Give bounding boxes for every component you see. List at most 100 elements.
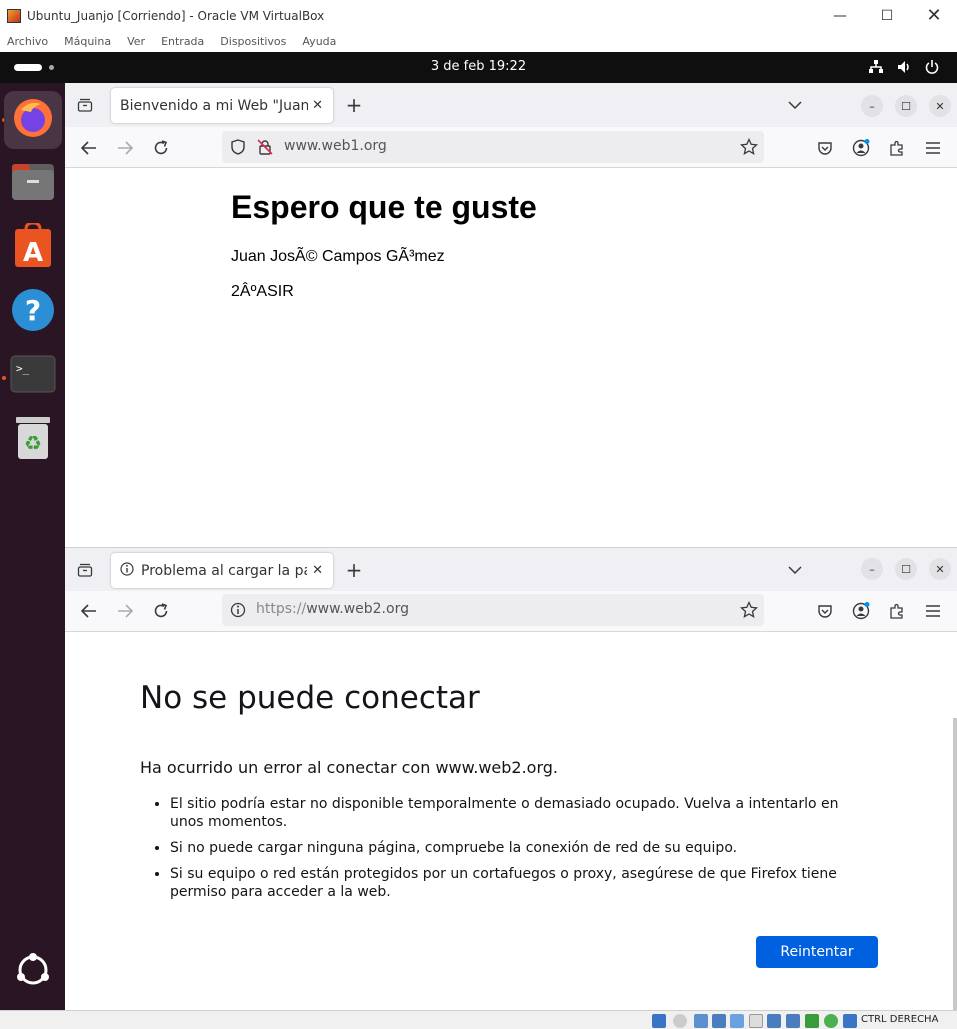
error-suggestions: El sitio podría estar no disponible temp… <box>170 795 870 901</box>
shield-icon[interactable] <box>230 139 246 159</box>
cpu-icon[interactable] <box>805 1014 819 1028</box>
page-content-web1: Espero que te guste Juan JosÃ© Campos GÃ… <box>65 169 957 547</box>
navbar-window2: https://www.web2.org <box>65 591 957 632</box>
hamburger-menu-icon[interactable] <box>923 601 943 621</box>
list-tabs-chevron-down-icon[interactable] <box>785 95 805 115</box>
error-intro: Ha ocurrido un error al conectar con www… <box>140 758 558 777</box>
url-bar[interactable]: www.web1.org <box>222 131 764 163</box>
url-text: www.web1.org <box>284 138 387 154</box>
hard-disk-icon[interactable] <box>652 1014 666 1028</box>
forward-arrow-icon[interactable] <box>115 138 135 158</box>
power-icon[interactable] <box>924 59 940 79</box>
display-icon[interactable] <box>767 1014 781 1028</box>
app-center-icon: A <box>13 221 53 273</box>
svg-text:>_: >_ <box>16 362 30 375</box>
pocket-icon[interactable] <box>815 138 835 158</box>
scrollbar[interactable] <box>953 718 957 1010</box>
show-apps-icon <box>14 951 52 993</box>
ubuntu-topbar: 3 de feb 19:22 <box>0 52 957 83</box>
page-heading: Espero que te guste <box>231 189 537 225</box>
audio-icon[interactable] <box>694 1014 708 1028</box>
close-tab-icon[interactable]: ✕ <box>312 98 323 113</box>
window-minimize-button[interactable]: – <box>861 95 883 117</box>
back-arrow-icon[interactable] <box>79 138 99 158</box>
reload-icon[interactable] <box>151 138 171 158</box>
tab-web2[interactable]: Problema al cargar la pági ✕ <box>111 553 333 588</box>
close-button[interactable]: ✕ <box>911 0 957 31</box>
help-icon: ? <box>10 287 56 337</box>
dock-files[interactable] <box>4 155 62 213</box>
tab-title: Bienvenido a mi Web "Juanjo <box>120 97 308 114</box>
tab-title: Problema al cargar la pági <box>141 562 307 579</box>
virtualbox-icon <box>7 8 21 23</box>
bookmark-star-icon[interactable] <box>739 137 759 160</box>
firefox-icon <box>11 96 55 144</box>
recording-icon[interactable] <box>786 1014 800 1028</box>
dock-firefox[interactable] <box>4 91 62 149</box>
back-arrow-icon[interactable] <box>79 601 99 621</box>
account-icon[interactable] <box>851 138 871 158</box>
optical-drive-icon[interactable] <box>673 1014 687 1028</box>
tabbar-window1: Bienvenido a mi Web "Juanjo ✕ + – ☐ ✕ <box>65 83 957 127</box>
window-maximize-button[interactable]: ☐ <box>895 95 917 117</box>
tab-web1[interactable]: Bienvenido a mi Web "Juanjo ✕ <box>111 88 333 123</box>
account-icon[interactable] <box>851 601 871 621</box>
svg-text:♻: ♻ <box>24 431 42 455</box>
network-adapter-icon[interactable] <box>712 1014 726 1028</box>
mouse-integration-icon[interactable] <box>843 1014 857 1028</box>
list-tabs-chevron-down-icon[interactable] <box>785 560 805 580</box>
guest-additions-icon[interactable] <box>824 1014 838 1028</box>
menu-ayuda[interactable]: Ayuda <box>302 35 336 48</box>
extensions-puzzle-icon[interactable] <box>887 601 907 621</box>
insecure-lock-icon[interactable] <box>257 139 273 159</box>
terminal-icon: >_ <box>10 355 56 397</box>
dock-terminal[interactable]: >_ <box>4 347 62 405</box>
page-content-error: No se puede conectar Ha ocurrido un erro… <box>65 632 957 1010</box>
volume-icon[interactable] <box>896 59 912 79</box>
dock-trash[interactable]: ♻ <box>4 411 62 469</box>
vbox-menubar: Archivo Máquina Ver Entrada Dispositivos… <box>0 31 957 52</box>
bookmark-star-icon[interactable] <box>739 600 759 623</box>
pocket-icon[interactable] <box>815 601 835 621</box>
maximize-button[interactable]: ☐ <box>864 0 910 31</box>
tab-overview-icon[interactable] <box>75 95 95 115</box>
new-tab-button[interactable]: + <box>344 558 364 582</box>
navbar-window1: www.web1.org <box>65 127 957 168</box>
retry-button[interactable]: Reintentar <box>756 936 878 968</box>
extensions-puzzle-icon[interactable] <box>887 138 907 158</box>
ubuntu-dock: A ? >_ ♻ <box>0 83 65 1010</box>
window-close-button[interactable]: ✕ <box>929 558 951 580</box>
reload-icon[interactable] <box>151 601 171 621</box>
hamburger-menu-icon[interactable] <box>923 138 943 158</box>
close-tab-icon[interactable]: ✕ <box>312 563 323 578</box>
dock-app-center[interactable]: A <box>4 219 62 277</box>
window-close-button[interactable]: ✕ <box>929 95 951 117</box>
window-maximize-button[interactable]: ☐ <box>895 558 917 580</box>
menu-dispositivos[interactable]: Dispositivos <box>220 35 286 48</box>
url-bar[interactable]: https://www.web2.org <box>222 594 764 626</box>
menu-archivo[interactable]: Archivo <box>7 35 48 48</box>
clock[interactable]: 3 de feb 19:22 <box>0 59 957 74</box>
dock-help[interactable]: ? <box>4 283 62 341</box>
vbox-titlebar: Ubuntu_Juanjo [Corriendo] - Oracle VM Vi… <box>0 0 957 31</box>
window-minimize-button[interactable]: – <box>861 558 883 580</box>
menu-maquina[interactable]: Máquina <box>64 35 111 48</box>
menu-entrada[interactable]: Entrada <box>161 35 204 48</box>
new-tab-button[interactable]: + <box>344 93 364 117</box>
forward-arrow-icon[interactable] <box>115 601 135 621</box>
usb-icon[interactable] <box>730 1014 744 1028</box>
shared-folders-icon[interactable] <box>749 1014 763 1028</box>
files-icon <box>10 160 56 208</box>
host-key-label: CTRL DERECHA <box>861 1014 939 1025</box>
network-icon[interactable] <box>868 59 884 79</box>
list-item: El sitio podría estar no disponible temp… <box>170 795 870 831</box>
minimize-button[interactable]: — <box>817 0 863 31</box>
menu-ver[interactable]: Ver <box>127 35 145 48</box>
error-heading: No se puede conectar <box>140 680 480 716</box>
trash-icon: ♻ <box>14 415 52 465</box>
dock-show-apps[interactable] <box>4 943 62 1001</box>
info-icon[interactable] <box>230 602 246 622</box>
tab-overview-icon[interactable] <box>75 560 95 580</box>
vbox-statusbar: CTRL DERECHA <box>0 1010 957 1029</box>
author-name: Juan JosÃ© Campos GÃ³mez <box>231 248 445 265</box>
